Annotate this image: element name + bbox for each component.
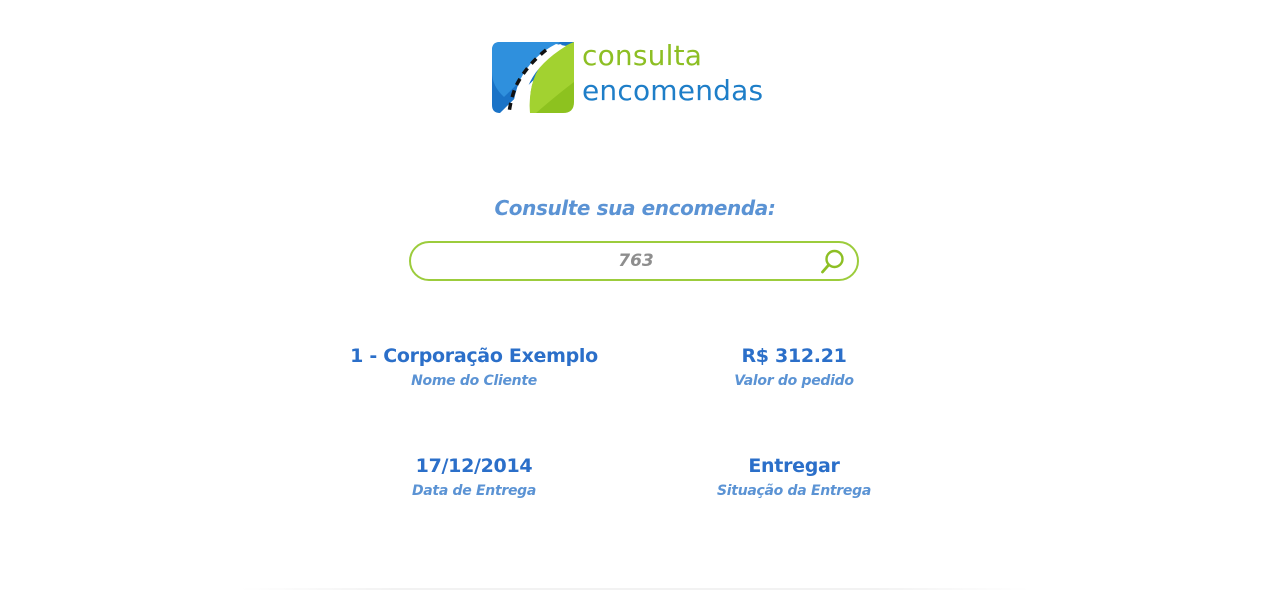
delivery-status-value: Entregar bbox=[748, 455, 840, 477]
result-client: 1 - Corporação Exemplo Nome do Cliente bbox=[314, 344, 634, 391]
logo[interactable]: consulta encomendas bbox=[492, 39, 792, 115]
delivery-date-label: Data de Entrega bbox=[411, 483, 537, 499]
logo-word-consulta: consulta bbox=[582, 39, 703, 72]
result-order-value: R$ 312.21 Valor do pedido bbox=[634, 344, 954, 391]
footer-divider bbox=[240, 588, 1030, 590]
client-name-value: 1 - Corporação Exemplo bbox=[350, 345, 598, 367]
page: consulta encomendas Consulte sua encomen… bbox=[0, 0, 1270, 593]
search-box bbox=[409, 241, 859, 281]
search-title: Consulte sua encomenda: bbox=[494, 196, 776, 220]
delivery-status-label: Situação da Entrega bbox=[717, 483, 871, 499]
client-name-label: Nome do Cliente bbox=[411, 373, 537, 389]
search-button[interactable] bbox=[819, 248, 847, 276]
result-delivery-date: 17/12/2014 Data de Entrega bbox=[314, 454, 634, 501]
search-icon bbox=[821, 249, 844, 274]
search-input[interactable] bbox=[451, 243, 821, 279]
delivery-date-value: 17/12/2014 bbox=[415, 455, 533, 477]
road-leaf-logo-icon bbox=[492, 42, 574, 113]
logo-word-encomendas: encomendas bbox=[582, 74, 764, 107]
order-value-value: R$ 312.21 bbox=[741, 345, 847, 367]
order-value-label: Valor do pedido bbox=[734, 373, 854, 389]
result-delivery-status: Entregar Situação da Entrega bbox=[634, 454, 954, 501]
